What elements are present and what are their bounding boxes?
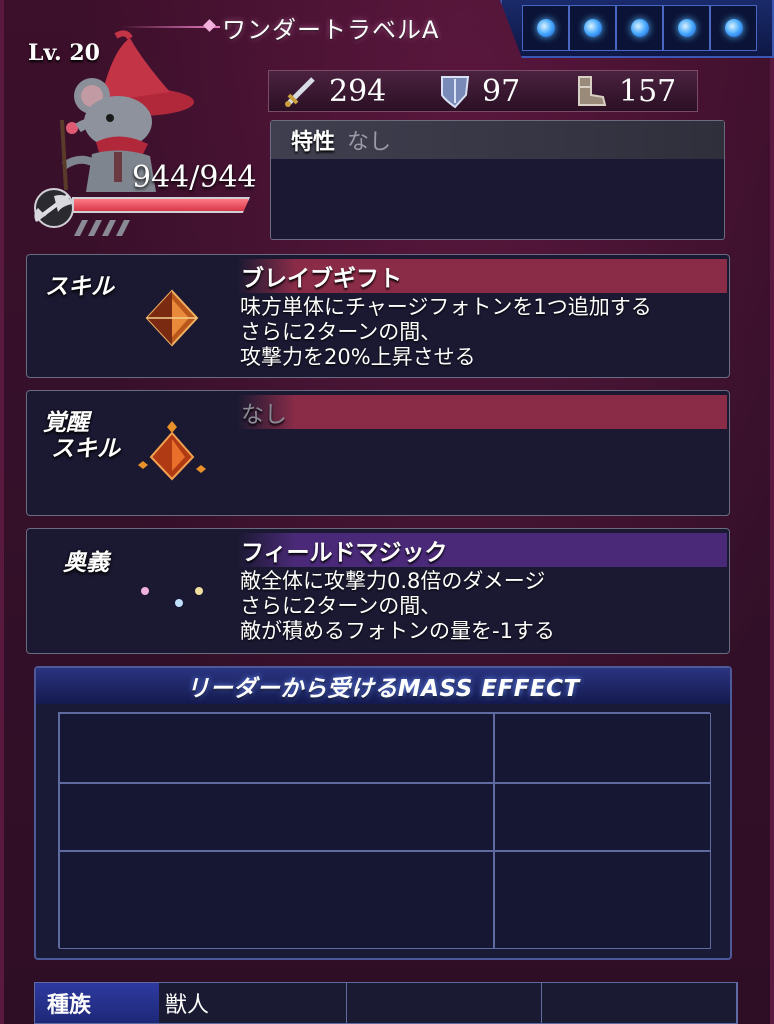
mass-effect-cell — [59, 851, 494, 949]
mass-effect-title: リーダーから受けるMASS EFFECT — [36, 668, 730, 704]
speed-value: 157 — [619, 73, 677, 109]
mass-effect-panel: リーダーから受けるMASS EFFECT — [34, 666, 732, 960]
hp-bar-fill — [74, 199, 248, 211]
photon-orb-icon — [569, 5, 616, 51]
skill-name: ブレイブギフト — [237, 259, 727, 293]
skill-line: さらに2ターンの間、 — [240, 320, 442, 344]
speed-stat: 157 — [573, 73, 676, 109]
ougi-line: 敵全体に攻撃力0.8倍のダメージ — [240, 569, 546, 593]
race-row: 種族 獣人 — [34, 982, 738, 1024]
attack-stat: 294 — [283, 73, 438, 109]
awaken-label-line1: 覚醒 — [43, 410, 89, 436]
defense-value: 97 — [482, 73, 521, 109]
awaken-skill-name: なし — [237, 395, 727, 429]
mass-effect-cell — [494, 851, 711, 949]
skill-panel[interactable]: スキル ブレイブギフト 味方単体にチャージフォトンを1つ追加する さらに2ターン… — [26, 254, 730, 378]
stat-bar: 294 97 157 — [268, 70, 698, 112]
trait-label: 特性 — [291, 130, 336, 155]
trait-header: 特性 なし — [271, 121, 724, 159]
mass-effect-cell — [59, 783, 494, 851]
skill-line: 味方単体にチャージフォトンを1つ追加する — [240, 295, 652, 319]
trait-value: なし — [347, 130, 392, 155]
ougi-description: 敵全体に攻撃力0.8倍のダメージ さらに2ターンの間、 敵が積めるフォトンの量を… — [240, 569, 555, 644]
defense-stat: 97 — [438, 73, 573, 109]
race-value: 獣人 — [159, 983, 347, 1023]
race-label: 種族 — [35, 983, 159, 1023]
skill-label: スキル — [45, 274, 114, 300]
hp-bar — [72, 197, 250, 213]
mass-effect-cell — [494, 713, 711, 783]
ougi-panel[interactable]: 奥義 フィールドマジック 敵全体に攻撃力0.8倍のダメージ さらに2ターンの間、… — [26, 528, 730, 654]
photon-orb-icon — [616, 5, 663, 51]
attack-value: 294 — [329, 73, 387, 109]
skill-description: 味方単体にチャージフォトンを1つ追加する さらに2ターンの間、 攻撃力を20%上… — [240, 295, 652, 370]
photon-orb-icon — [522, 5, 569, 51]
awaken-skill-panel[interactable]: 覚醒 スキル なし — [26, 390, 730, 516]
boot-icon — [578, 76, 607, 106]
trait-box: 特性 なし — [270, 120, 725, 240]
stripes-decoration — [74, 220, 130, 236]
awaken-label-line2: スキル — [51, 436, 120, 462]
skill-line: 攻撃力を20%上昇させる — [240, 345, 476, 369]
mass-effect-grid — [58, 712, 711, 949]
unit-name: ワンダートラベルA — [222, 16, 440, 44]
shield-icon — [441, 76, 470, 109]
mass-effect-cell — [494, 783, 711, 851]
hp-value: 944/944 — [132, 160, 257, 195]
race-empty-cell — [542, 983, 737, 1023]
ougi-label: 奥義 — [63, 550, 109, 576]
photon-orb-icon — [710, 5, 757, 51]
mass-effect-cell — [59, 713, 494, 783]
ougi-line: さらに2ターンの間、 — [240, 594, 442, 618]
awaken-crystal-icon — [138, 421, 206, 481]
race-empty-cell — [347, 983, 542, 1023]
level-label: Lv. 20 — [28, 40, 100, 66]
photon-orb-icon — [663, 5, 710, 51]
ougi-line: 敵が積めるフォトンの量を-1する — [240, 619, 555, 643]
orange-crystal-icon — [145, 289, 199, 347]
photon-orb-panel — [500, 0, 774, 58]
ougi-name: フィールドマジック — [237, 533, 727, 567]
rainbow-crescent-icon — [141, 575, 203, 615]
sword-icon — [285, 77, 315, 107]
